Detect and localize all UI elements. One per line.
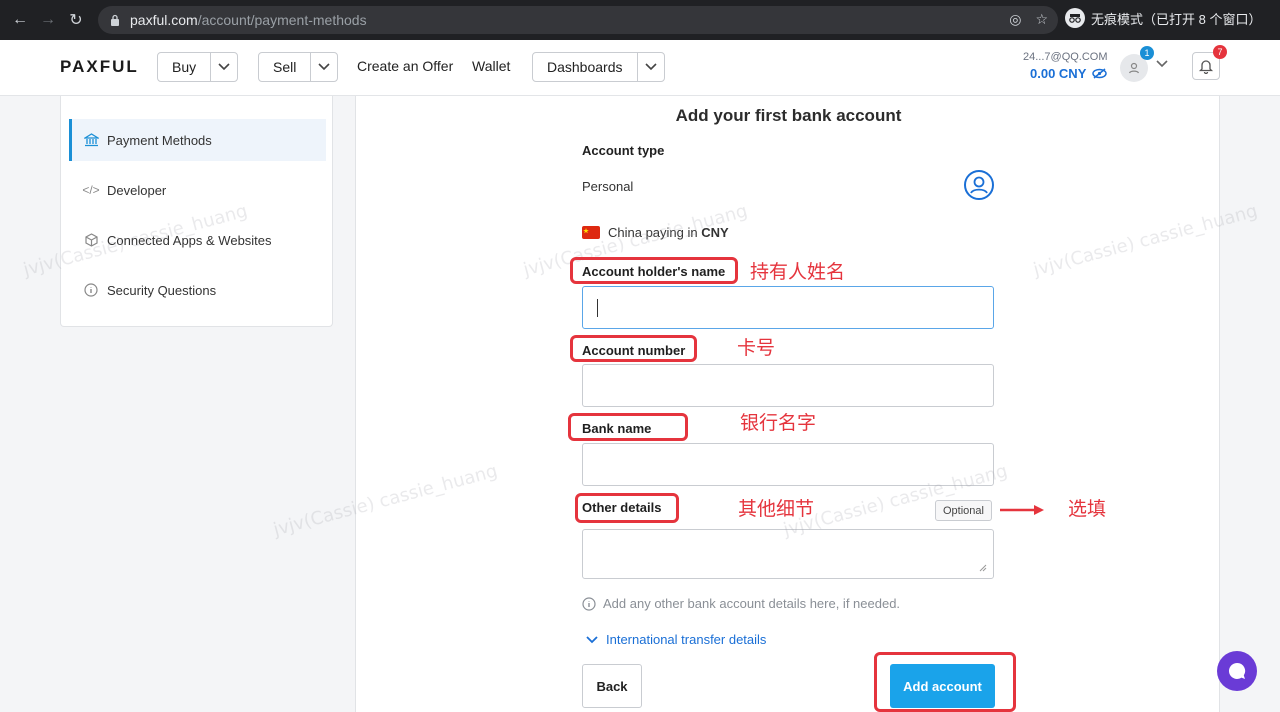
sidebar-item-label: Payment Methods [107,132,212,148]
dashboards-label: Dashboards [533,53,638,81]
code-icon: </> [82,183,100,197]
sidebar-item-security-questions[interactable]: Security Questions [69,269,326,311]
wallet-balance[interactable]: 0.00 CNY [1030,66,1108,81]
incognito-label: 无痕模式（已打开 8 个窗口） [1091,11,1262,27]
incognito-indicator[interactable]: 无痕模式（已打开 8 个窗口） [1065,8,1261,28]
wallet-link[interactable]: Wallet [472,58,510,74]
bank-account-form: Add your first bank account Account type… [355,96,1220,712]
create-offer-link[interactable]: Create an Offer [357,58,453,74]
back-arrow-icon[interactable]: ← [6,6,34,34]
forward-arrow-icon[interactable]: → [34,6,62,34]
account-email: 24...7@QQ.COM [1023,51,1108,63]
sell-dropdown[interactable]: Sell [258,52,339,82]
lock-icon [111,14,119,26]
dashboards-dropdown[interactable]: Dashboards [532,52,665,82]
avatar-badge: 1 [1140,46,1154,60]
optional-badge: Optional [935,500,992,521]
chevron-down-icon [586,635,598,643]
chat-bubble-icon [1228,662,1246,679]
address-bar[interactable]: paxful.com /account/payment-methods ◎ ☆ [98,6,1058,34]
url-host: paxful.com [130,12,198,28]
url-path: /account/payment-methods [197,12,367,28]
account-number-input[interactable] [582,364,994,407]
bank-icon [83,132,99,148]
account-type-value: Personal [582,179,634,194]
incognito-icon [1065,8,1085,28]
sidebar-item-developer[interactable]: </> Developer [69,169,326,211]
account-type-label: Account type [582,143,665,158]
balance-value: 0.00 CNY [1030,66,1087,81]
info-icon [582,596,596,611]
annotation-optional: 选填 [1068,498,1107,520]
chevron-down-icon [211,63,237,71]
international-transfer-link: International transfer details [606,632,767,647]
chevron-down-icon [638,63,664,71]
annotation-box-bank-name [568,413,688,441]
resize-handle-icon[interactable] [979,564,987,572]
annotation-box-other-details [575,493,679,523]
annotation-box-holder-name [570,257,738,284]
chevron-down-icon [311,63,337,71]
back-button[interactable]: Back [582,664,642,708]
sidebar-item-label: Developer [107,182,167,198]
sidebar-item-payment-methods[interactable]: Payment Methods [69,119,326,161]
reload-icon[interactable]: ↻ [62,6,90,34]
bell-icon [1198,60,1214,74]
buy-label: Buy [158,53,212,81]
notification-badge: 7 [1213,45,1227,59]
holder-name-input[interactable] [582,286,994,329]
sell-label: Sell [259,53,312,81]
buy-dropdown[interactable]: Buy [157,52,239,82]
annotation-other-details: 其他细节 [738,498,815,520]
annotation-account-number: 卡号 [737,337,776,359]
paxful-logo[interactable]: PAXFUL [60,57,139,77]
annotation-box-add-account [874,652,1016,712]
annotation-arrow-icon [1000,505,1044,515]
chevron-down-icon[interactable] [1156,60,1168,68]
annotation-box-account-number [570,335,697,362]
chat-button[interactable] [1217,651,1257,691]
eye-off-icon[interactable]: ◎ [1009,11,1021,28]
eye-off-icon[interactable] [1092,68,1108,79]
text-caret [597,299,598,317]
settings-sidebar: Payment Methods </> Developer Connected … [60,96,333,327]
star-icon[interactable]: ☆ [1035,11,1048,28]
annotation-bank-name: 银行名字 [740,412,817,434]
browser-toolbar: ← → ↻ paxful.com /account/payment-method… [0,0,1280,40]
sidebar-item-label: Security Questions [107,282,217,298]
international-transfer-toggle[interactable]: International transfer details [586,632,766,647]
user-icon [970,176,988,194]
page-title: Add your first bank account [675,106,902,125]
info-icon [83,282,99,298]
account-type-toggle[interactable] [964,170,994,200]
annotation-holder-name: 持有人姓名 [750,261,846,283]
china-flag-icon [582,226,600,239]
hint-text: Add any other bank account details here,… [603,596,901,611]
user-icon [1128,62,1140,74]
other-details-hint: Add any other bank account details here,… [582,596,900,611]
